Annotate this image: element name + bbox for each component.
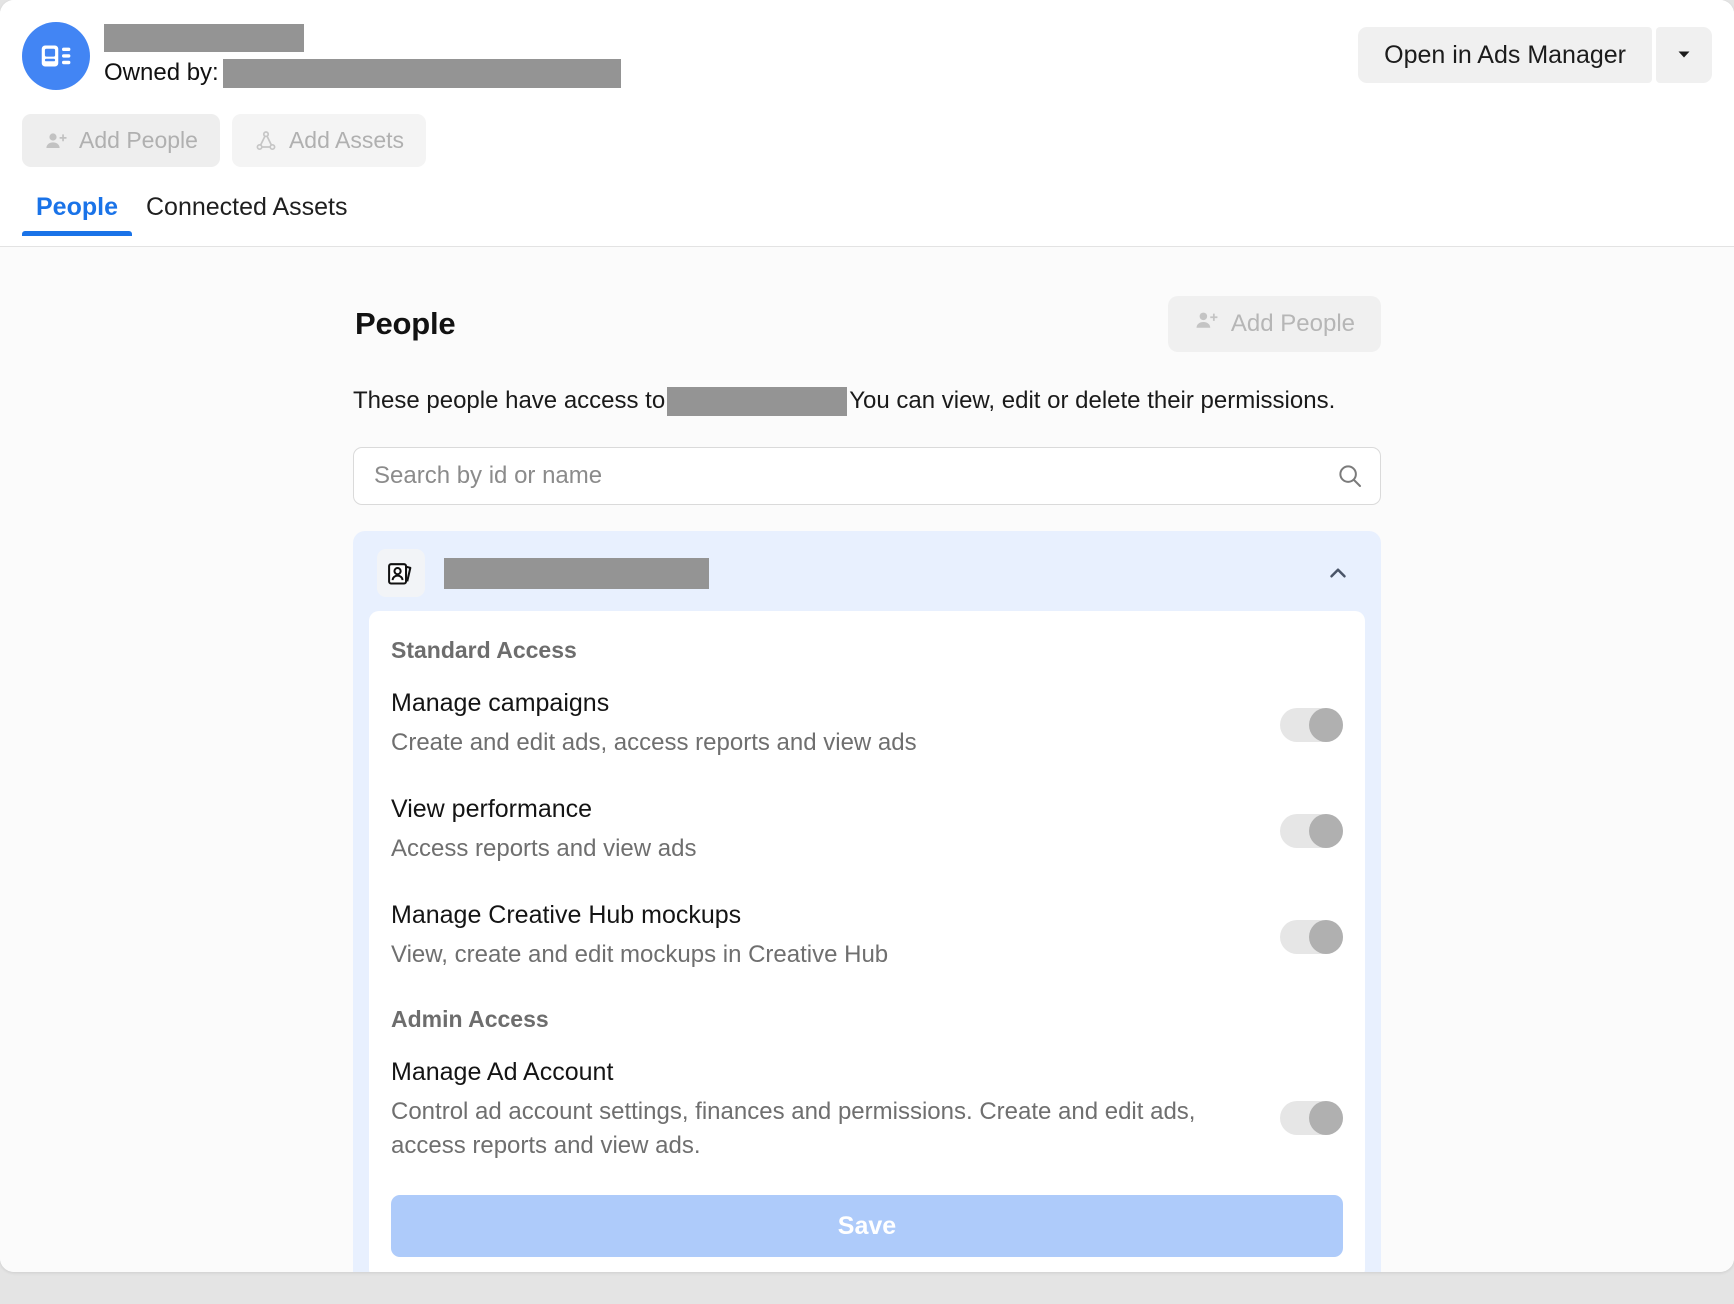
people-section-header: People Add People bbox=[353, 287, 1381, 361]
open-in-ads-manager-button[interactable]: Open in Ads Manager bbox=[1358, 27, 1652, 83]
person-add-icon bbox=[44, 129, 68, 153]
toggle-view-performance[interactable] bbox=[1280, 814, 1343, 848]
permission-text: Manage campaigns Create and edit ads, ac… bbox=[391, 686, 1260, 760]
permission-description: Control ad account settings, finances an… bbox=[391, 1095, 1260, 1163]
tab-connected-assets[interactable]: Connected Assets bbox=[132, 193, 362, 236]
permissions-panel: Standard Access Manage campaigns Create … bbox=[369, 611, 1365, 1272]
tab-people[interactable]: People bbox=[22, 193, 132, 236]
add-people-section-button[interactable]: Add People bbox=[1168, 296, 1381, 352]
permission-row-manage-campaigns: Manage campaigns Create and edit ads, ac… bbox=[391, 686, 1343, 760]
page-body: People Add People These people bbox=[0, 247, 1734, 1272]
owned-by-label: Owned by: bbox=[104, 59, 219, 86]
permission-title: Manage campaigns bbox=[391, 686, 1260, 720]
add-people-button[interactable]: Add People bbox=[22, 114, 220, 167]
tab-bar: People Connected Assets bbox=[0, 167, 1734, 236]
permission-description: View, create and edit mockups in Creativ… bbox=[391, 938, 1260, 972]
account-name-redacted-inline bbox=[667, 387, 847, 416]
person-row[interactable] bbox=[369, 547, 1365, 611]
toggle-knob bbox=[1309, 920, 1343, 954]
permission-text: Manage Ad Account Control ad account set… bbox=[391, 1055, 1260, 1163]
permission-text: Manage Creative Hub mockups View, create… bbox=[391, 898, 1260, 972]
tab-connected-assets-label: Connected Assets bbox=[146, 193, 348, 221]
permission-title: Manage Creative Hub mockups bbox=[391, 898, 1260, 932]
add-people-button-label: Add People bbox=[79, 127, 198, 154]
brand-text: Owned by: bbox=[104, 22, 621, 88]
people-description: These people have access to You can view,… bbox=[353, 385, 1381, 417]
header-actions: Add People Add Assets bbox=[0, 90, 1734, 167]
description-after: You can view, edit or delete their permi… bbox=[849, 387, 1335, 414]
add-assets-button-label: Add Assets bbox=[289, 127, 404, 154]
ads-manager-dropdown-button[interactable] bbox=[1656, 27, 1712, 83]
contact-card-icon bbox=[377, 549, 425, 597]
person-add-icon bbox=[1194, 308, 1219, 340]
toggle-knob bbox=[1309, 1101, 1343, 1135]
toggle-knob bbox=[1309, 814, 1343, 848]
tab-people-label: People bbox=[36, 193, 118, 221]
permission-row-manage-ad-account: Manage Ad Account Control ad account set… bbox=[391, 1055, 1343, 1163]
people-section: People Add People These people bbox=[353, 287, 1381, 1272]
save-button[interactable]: Save bbox=[391, 1195, 1343, 1257]
assets-share-icon bbox=[254, 129, 278, 153]
page-root: Owned by: Add People bbox=[0, 0, 1734, 1304]
header-right-actions: Open in Ads Manager bbox=[1358, 27, 1712, 83]
permission-title: View performance bbox=[391, 792, 1260, 826]
toggle-creative-hub-mockups[interactable] bbox=[1280, 920, 1343, 954]
description-before: These people have access to bbox=[353, 387, 665, 414]
standard-access-label: Standard Access bbox=[391, 637, 1343, 664]
permission-title: Manage Ad Account bbox=[391, 1055, 1260, 1089]
add-assets-button[interactable]: Add Assets bbox=[232, 114, 426, 167]
add-people-section-label: Add People bbox=[1231, 310, 1355, 338]
toggle-knob bbox=[1309, 708, 1343, 742]
search-icon[interactable] bbox=[1335, 461, 1365, 491]
toggle-manage-ad-account[interactable] bbox=[1280, 1101, 1343, 1135]
admin-access-label: Admin Access bbox=[391, 1006, 1343, 1033]
page-title: People bbox=[355, 306, 455, 342]
account-name-redacted bbox=[104, 24, 304, 52]
search-field-wrapper bbox=[353, 447, 1381, 505]
person-permission-card: Standard Access Manage campaigns Create … bbox=[353, 531, 1381, 1272]
toggle-manage-campaigns[interactable] bbox=[1280, 708, 1343, 742]
chevron-up-icon[interactable] bbox=[1319, 554, 1357, 592]
owner-name-redacted bbox=[223, 59, 621, 88]
owned-by-line: Owned by: bbox=[104, 58, 621, 88]
permission-description: Create and edit ads, access reports and … bbox=[391, 726, 1260, 760]
permission-row-creative-hub-mockups: Manage Creative Hub mockups View, create… bbox=[391, 898, 1343, 972]
caret-down-icon bbox=[1674, 44, 1694, 67]
search-input[interactable] bbox=[353, 447, 1381, 505]
permission-row-view-performance: View performance Access reports and view… bbox=[391, 792, 1343, 866]
permission-text: View performance Access reports and view… bbox=[391, 792, 1260, 866]
permission-description: Access reports and view ads bbox=[391, 832, 1260, 866]
app-window: Owned by: Add People bbox=[0, 0, 1734, 1272]
person-name-redacted bbox=[444, 558, 709, 589]
ad-account-icon bbox=[22, 22, 90, 90]
page-header: Owned by: Add People bbox=[0, 0, 1734, 247]
